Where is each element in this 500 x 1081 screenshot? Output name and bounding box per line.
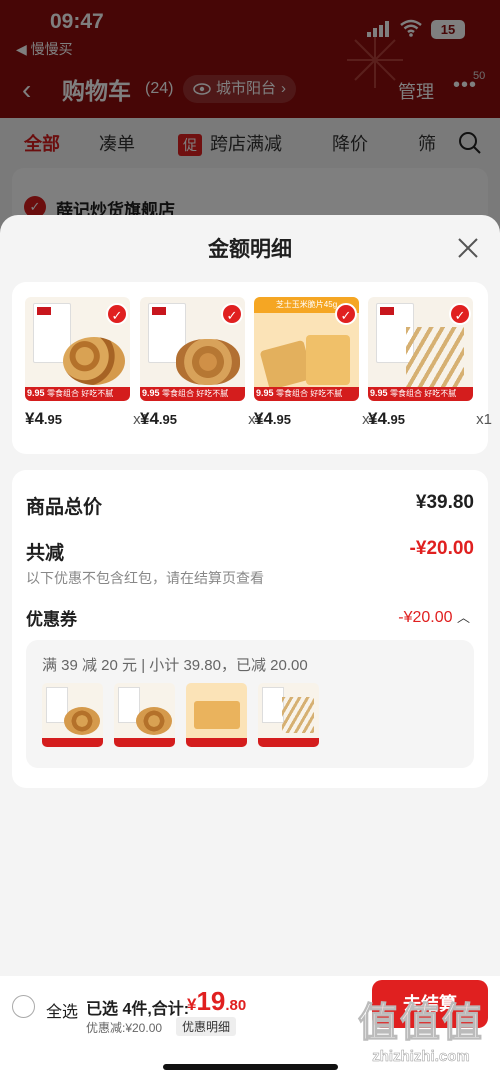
coupon-product-thumb — [114, 683, 175, 747]
snack-graphic — [406, 327, 464, 387]
product-item[interactable]: 9.95 零食组合 好吃不腻 ✓ ¥4.95 x1 — [368, 297, 492, 431]
reduction-label: 共减 — [26, 543, 65, 564]
amount-detail-sheet: 金额明细 9.95 零食组合 好吃不腻 ✓ ¥4.95 x1 9.95 零食组合 好… — [0, 215, 500, 1081]
product-strip: 9.95 零食组合 好吃不腻 — [254, 387, 359, 401]
reduction-note: 以下优惠不包含红包，请在结算页查看 — [26, 570, 264, 586]
amount-summary: 商品总价 ¥39.80 共减 -¥20.00 以下优惠不包含红包，请在结算页查看… — [12, 470, 488, 788]
product-check-icon[interactable]: ✓ — [449, 303, 471, 325]
snack-graphic — [63, 337, 125, 385]
product-image: 芝士玉米脆片45g 9.95 零食组合 好吃不腻 ✓ — [254, 297, 359, 401]
product-strip: 9.95 零食组合 好吃不腻 — [25, 387, 130, 401]
product-strip-price: 9.95 — [370, 388, 388, 398]
product-quantity: x1 — [476, 411, 492, 428]
product-check-icon[interactable]: ✓ — [221, 303, 243, 325]
product-strip: 9.95 零食组合 好吃不腻 — [368, 387, 473, 401]
discount-detail-button[interactable]: 优惠明细 — [176, 1017, 237, 1036]
product-image: 9.95 零食组合 好吃不腻 ✓ — [25, 297, 130, 401]
product-item[interactable]: 9.95 零食组合 好吃不腻 ✓ ¥4.95 x1 — [25, 297, 149, 431]
product-price: ¥4.95 — [25, 409, 62, 429]
select-all-label[interactable]: 全选 — [46, 998, 78, 1022]
price-dec: .95 — [158, 412, 177, 427]
coupon-product-thumb — [186, 683, 247, 747]
snack-graphic — [176, 339, 240, 385]
coupon-detail-box: 满 39 减 20 元 | 小计 39.80，已减 20.00 — [26, 640, 474, 768]
total-int: 19 — [196, 986, 226, 1016]
home-indicator — [163, 1064, 338, 1070]
price-dec: .95 — [272, 412, 291, 427]
product-strip: 9.95 零食组合 好吃不腻 — [140, 387, 245, 401]
price-dec: .95 — [43, 412, 62, 427]
select-all-radio[interactable] — [12, 995, 35, 1018]
product-check-icon[interactable]: ✓ — [106, 303, 128, 325]
product-strip-price: 9.95 — [256, 388, 274, 398]
reduction-value: -¥20.00 — [409, 538, 474, 559]
product-strip-label: 零食组合 好吃不腻 — [390, 389, 457, 398]
watermark-url: zhizhizhi.com — [372, 1048, 470, 1066]
product-strip-label: 零食组合 好吃不腻 — [276, 389, 343, 398]
product-strip-label: 零食组合 好吃不腻 — [47, 389, 114, 398]
coupon-product-thumb — [42, 683, 103, 747]
product-image: 9.95 零食组合 好吃不腻 ✓ — [368, 297, 473, 401]
product-price: ¥4.95 — [254, 409, 291, 429]
product-strip-label: 零食组合 好吃不腻 — [162, 389, 229, 398]
price-int: ¥4 — [140, 409, 159, 428]
coupon-description: 满 39 减 20 元 | 小计 39.80，已减 20.00 — [42, 657, 308, 674]
product-strip-price: 9.95 — [27, 388, 45, 398]
sheet-title: 金额明细 — [208, 238, 292, 261]
product-item[interactable]: 芝士玉米脆片45g 9.95 零食组合 好吃不腻 ✓ ¥4.95 x1 — [254, 297, 378, 431]
watermark-logo: 值值值 — [358, 1001, 484, 1046]
product-price: ¥4.95 — [140, 409, 177, 429]
price-int: ¥4 — [254, 409, 273, 428]
coupon-product-thumb — [258, 683, 319, 747]
coupon-toggle[interactable]: -¥20.00 ︿ — [398, 607, 470, 627]
discount-line: 优惠减:¥20.00 — [86, 1021, 163, 1035]
product-price: ¥4.95 — [368, 409, 405, 429]
chevron-up-icon: ︿ — [456, 610, 470, 625]
product-item[interactable]: 9.95 零食组合 好吃不腻 ✓ ¥4.95 x1 — [140, 297, 264, 431]
close-icon[interactable] — [455, 235, 481, 261]
price-int: ¥4 — [25, 409, 44, 428]
snack-bag-graphic — [306, 335, 350, 385]
product-image: 9.95 零食组合 好吃不腻 ✓ — [140, 297, 245, 401]
watermark: 值值值 zhizhizhi.com — [346, 990, 496, 1078]
total-dec: .80 — [225, 997, 247, 1014]
price-int: ¥4 — [368, 409, 387, 428]
product-check-icon[interactable]: ✓ — [335, 303, 357, 325]
product-list: 9.95 零食组合 好吃不腻 ✓ ¥4.95 x1 9.95 零食组合 好吃不腻 ✓… — [12, 282, 492, 454]
goods-total-value: ¥39.80 — [415, 492, 474, 513]
total-amount: ¥19.80 — [187, 986, 246, 1017]
price-dec: .95 — [386, 412, 405, 427]
coupon-value: -¥20.00 — [398, 609, 453, 626]
selected-info: 已选 4件,合计: — [86, 1001, 190, 1018]
product-strip-price: 9.95 — [142, 388, 160, 398]
coupon-label: 优惠券 — [26, 610, 77, 629]
goods-total-label: 商品总价 — [26, 497, 103, 518]
